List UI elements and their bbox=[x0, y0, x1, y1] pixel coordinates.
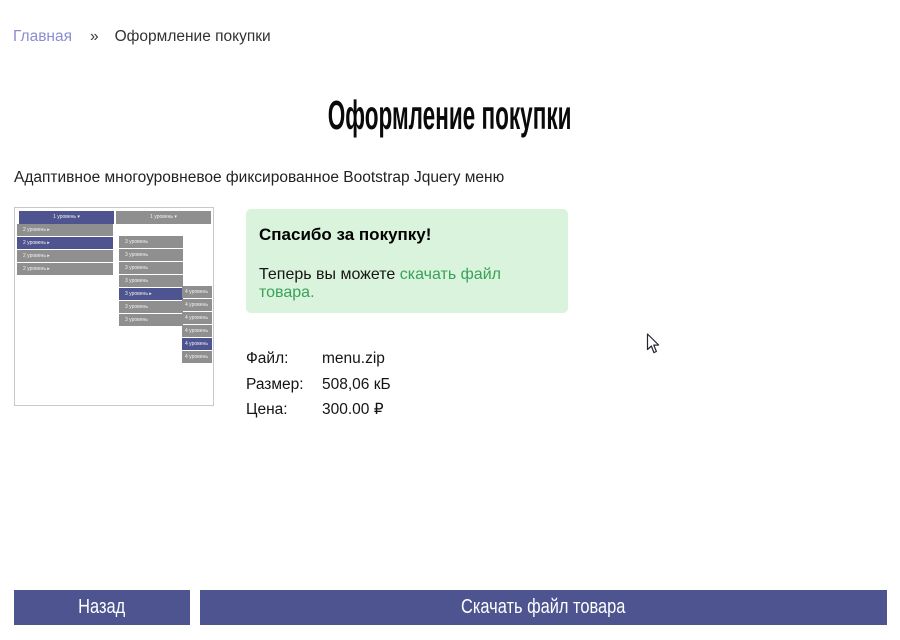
file-info-label: Файл: bbox=[246, 346, 322, 372]
product-name: Адаптивное многоуровневое фиксированное … bbox=[14, 169, 504, 187]
menu-preview-item: 3 уровень ▸ bbox=[119, 288, 183, 300]
success-message-prefix: Теперь вы можете bbox=[259, 266, 400, 283]
file-info-label: Размер: bbox=[246, 372, 322, 398]
purchase-success-box: Спасибо за покупку! Теперь вы можете ска… bbox=[246, 209, 568, 313]
menu-preview-item: 3 уровень bbox=[119, 314, 183, 326]
file-info-value: menu.zip bbox=[322, 346, 385, 372]
menu-preview-level2-column: 2 уровень ▸2 уровень ▸2 уровень ▸2 урове… bbox=[17, 224, 113, 276]
menu-preview-item: 4 уровень bbox=[182, 286, 212, 298]
menu-preview-item: 3 уровень bbox=[119, 301, 183, 313]
menu-preview-header-2: 1 уровень ▾ bbox=[116, 211, 211, 224]
checkout-page: Главная » Оформление покупки Оформление … bbox=[0, 0, 900, 640]
menu-preview-item: 4 уровень bbox=[182, 312, 212, 324]
file-info-label: Цена: bbox=[246, 397, 322, 423]
menu-preview-item: 2 уровень ▸ bbox=[17, 250, 113, 262]
menu-preview-level3-column: 3 уровень3 уровень3 уровень3 уровень3 ур… bbox=[119, 236, 183, 327]
file-info: Файл: menu.zip Размер: 508,06 кБ Цена: 3… bbox=[246, 346, 391, 423]
file-info-row: Размер: 508,06 кБ bbox=[246, 372, 391, 398]
menu-preview-header-1: 1 уровень ▾ bbox=[19, 211, 114, 224]
file-info-row: Файл: menu.zip bbox=[246, 346, 391, 372]
file-info-value: 300.00 ₽ bbox=[322, 397, 384, 423]
back-button[interactable]: Назад bbox=[14, 590, 190, 625]
product-thumbnail: 1 уровень ▾ 1 уровень ▾ 2 уровень ▸2 уро… bbox=[14, 207, 214, 406]
menu-preview-item: 4 уровень bbox=[182, 351, 212, 363]
file-info-row: Цена: 300.00 ₽ bbox=[246, 397, 391, 423]
success-heading: Спасибо за покупку! bbox=[259, 225, 555, 245]
breadcrumb: Главная » Оформление покупки bbox=[13, 28, 271, 46]
file-info-value: 508,06 кБ bbox=[322, 372, 391, 398]
breadcrumb-separator: » bbox=[90, 28, 99, 46]
mouse-cursor bbox=[646, 333, 661, 356]
menu-preview-level4-column: 4 уровень4 уровень4 уровень4 уровень4 ур… bbox=[182, 286, 212, 364]
menu-preview-item: 2 уровень ▸ bbox=[17, 237, 113, 249]
menu-preview-item: 3 уровень bbox=[119, 236, 183, 248]
breadcrumb-home-link[interactable]: Главная bbox=[13, 28, 72, 46]
page-title: Оформление покупки bbox=[0, 92, 900, 139]
menu-preview-item: 2 уровень ▸ bbox=[17, 224, 113, 236]
menu-preview-item: 2 уровень ▸ bbox=[17, 263, 113, 275]
menu-preview-item: 4 уровень bbox=[182, 325, 212, 337]
breadcrumb-current: Оформление покупки bbox=[115, 28, 271, 46]
download-button-label: Скачать файл товара bbox=[461, 596, 625, 619]
menu-preview-item: 4 уровень bbox=[182, 338, 212, 350]
menu-preview-item: 3 уровень bbox=[119, 275, 183, 287]
page-title-text: Оформление покупки bbox=[328, 92, 572, 139]
back-button-label: Назад bbox=[79, 596, 126, 619]
download-button[interactable]: Скачать файл товара bbox=[200, 590, 887, 625]
success-message: Теперь вы можете скачать файл товара. bbox=[259, 266, 555, 302]
menu-preview-item: 3 уровень bbox=[119, 249, 183, 261]
menu-preview-item: 3 уровень bbox=[119, 262, 183, 274]
menu-preview-item: 4 уровень bbox=[182, 299, 212, 311]
